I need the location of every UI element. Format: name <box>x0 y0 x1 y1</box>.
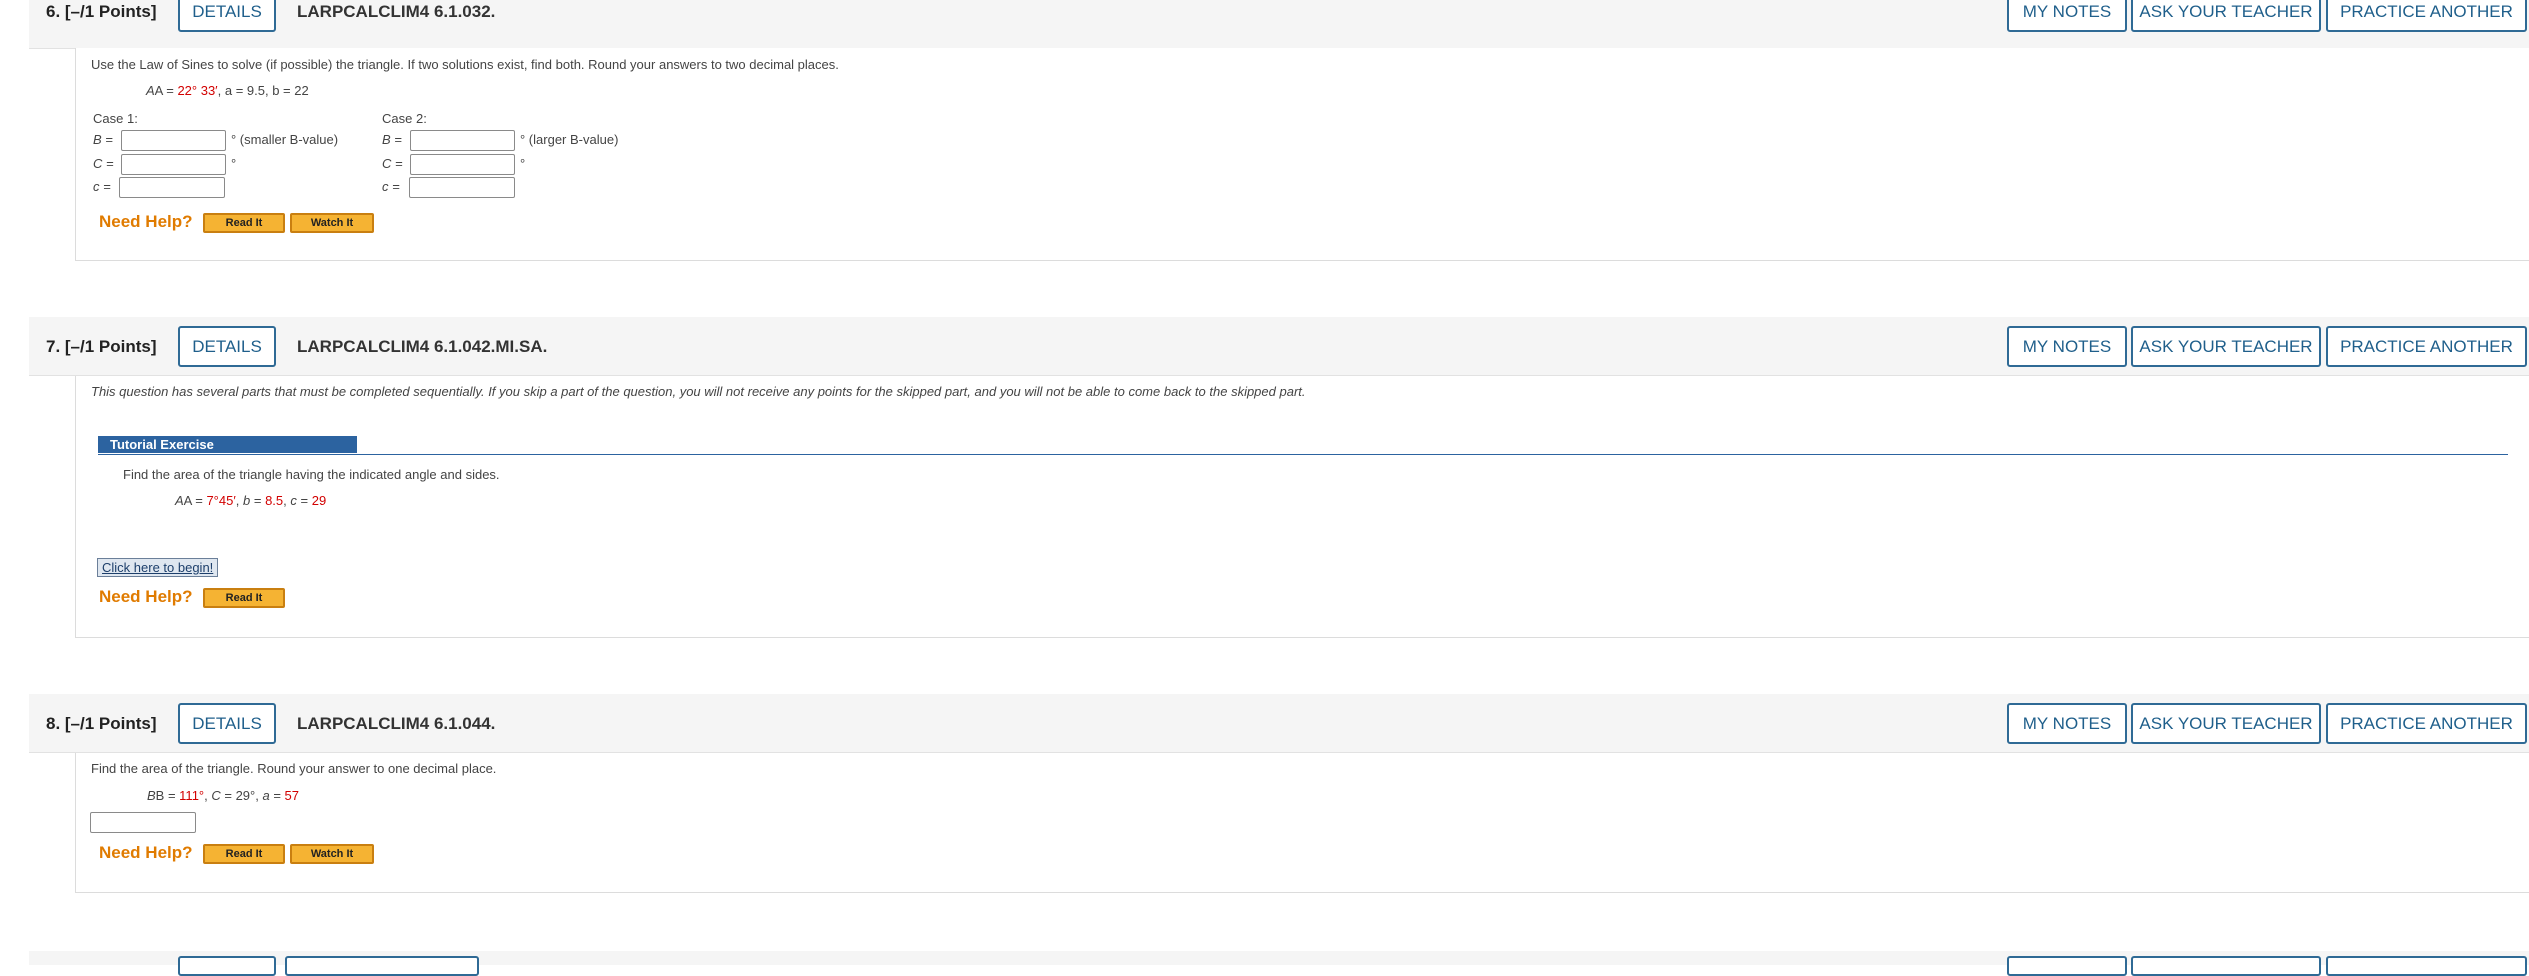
given-values: AA = 22° 33′, a = 9.5, b = 22 <box>146 83 309 98</box>
details-button[interactable]: DETAILS <box>178 703 276 744</box>
case-1-cside-input[interactable] <box>119 177 225 198</box>
case-2-cside-label: c = <box>382 179 400 194</box>
ask-teacher-button[interactable]: ASK YOUR TEACHER <box>2131 326 2321 367</box>
question-8-body: Find the area of the triangle. Round you… <box>75 753 2529 893</box>
begin-button[interactable]: Click here to begin! <box>97 558 219 577</box>
question-code: LARPCALCLIM4 6.1.042.MI.SA. <box>297 337 548 356</box>
case-2-cangle-input[interactable] <box>410 154 515 175</box>
question-points: 6. [–/1 Points] <box>46 2 157 21</box>
need-help-label: Need Help? <box>99 212 193 231</box>
case-2-cangle-label: C = <box>382 156 403 171</box>
case-1-b-input[interactable] <box>121 130 226 151</box>
question-prompt: Find the area of the triangle having the… <box>123 467 500 482</box>
case-2-b-input[interactable] <box>410 130 515 151</box>
tutorial-label: Tutorial Exercise <box>98 436 357 453</box>
question-6-header: 6. [–/1 Points] DETAILS LARPCALCLIM4 6.1… <box>29 0 2529 49</box>
my-notes-button[interactable]: MY NOTES <box>2007 326 2127 367</box>
header-button[interactable] <box>285 956 479 976</box>
read-it-button[interactable]: Read It <box>203 588 285 608</box>
case-2-cside-input[interactable] <box>409 177 515 198</box>
case-1-cangle-unit: ° <box>231 156 237 171</box>
need-help-label: Need Help? <box>99 843 193 862</box>
question-code: LARPCALCLIM4 6.1.044. <box>297 714 496 733</box>
given-values: AA = 7°45′, b = 8.5, c = 29 <box>175 493 327 508</box>
read-it-button[interactable]: Read It <box>203 213 285 233</box>
case-1-b-note: ° (smaller B-value) <box>231 132 339 147</box>
details-button[interactable]: DETAILS <box>178 0 276 32</box>
case-1-b-label: B = <box>93 132 113 147</box>
need-help-label: Need Help? <box>99 587 193 606</box>
given-values: BB = 111°, C = 29°, a = 57 <box>147 788 299 803</box>
question-6-body: Use the Law of Sines to solve (if possib… <box>75 48 2529 261</box>
case-2-b-note: ° (larger B-value) <box>520 132 619 147</box>
question-9-header <box>29 951 2529 976</box>
question-8-header: 8. [–/1 Points] DETAILS LARPCALCLIM4 6.1… <box>29 694 2529 753</box>
case-1-cangle-input[interactable] <box>121 154 226 175</box>
question-points: 8. [–/1 Points] <box>46 714 157 733</box>
tutorial-header: Tutorial Exercise <box>98 436 2508 455</box>
practice-another-button[interactable]: PRACTICE ANOTHER <box>2326 0 2527 32</box>
details-button[interactable] <box>178 956 276 976</box>
my-notes-button[interactable] <box>2007 956 2127 976</box>
ask-teacher-button[interactable] <box>2131 956 2321 976</box>
question-prompt: Use the Law of Sines to solve (if possib… <box>91 57 839 72</box>
details-button[interactable]: DETAILS <box>178 326 276 367</box>
read-it-button[interactable]: Read It <box>203 844 285 864</box>
practice-another-button[interactable]: PRACTICE ANOTHER <box>2326 326 2527 367</box>
ask-teacher-button[interactable]: ASK YOUR TEACHER <box>2131 0 2321 32</box>
ask-teacher-button[interactable]: ASK YOUR TEACHER <box>2131 703 2321 744</box>
case-1-cangle-label: C = <box>93 156 114 171</box>
question-7-header: 7. [–/1 Points] DETAILS LARPCALCLIM4 6.1… <box>29 317 2529 376</box>
case-2-cangle-unit: ° <box>520 156 526 171</box>
case-2-title: Case 2: <box>382 111 427 126</box>
sequential-notice: This question has several parts that mus… <box>91 384 1306 399</box>
question-7-body: This question has several parts that mus… <box>75 376 2529 638</box>
question-points: 7. [–/1 Points] <box>46 337 157 356</box>
practice-another-button[interactable]: PRACTICE ANOTHER <box>2326 703 2527 744</box>
case-2-b-label: B = <box>382 132 402 147</box>
my-notes-button[interactable]: MY NOTES <box>2007 0 2127 32</box>
my-notes-button[interactable]: MY NOTES <box>2007 703 2127 744</box>
area-answer-input[interactable] <box>90 812 196 833</box>
case-1-title: Case 1: <box>93 111 138 126</box>
practice-another-button[interactable] <box>2326 956 2527 976</box>
watch-it-button[interactable]: Watch It <box>290 213 374 233</box>
watch-it-button[interactable]: Watch It <box>290 844 374 864</box>
question-prompt: Find the area of the triangle. Round you… <box>91 761 497 776</box>
case-1-cside-label: c = <box>93 179 111 194</box>
question-code: LARPCALCLIM4 6.1.032. <box>297 2 496 21</box>
